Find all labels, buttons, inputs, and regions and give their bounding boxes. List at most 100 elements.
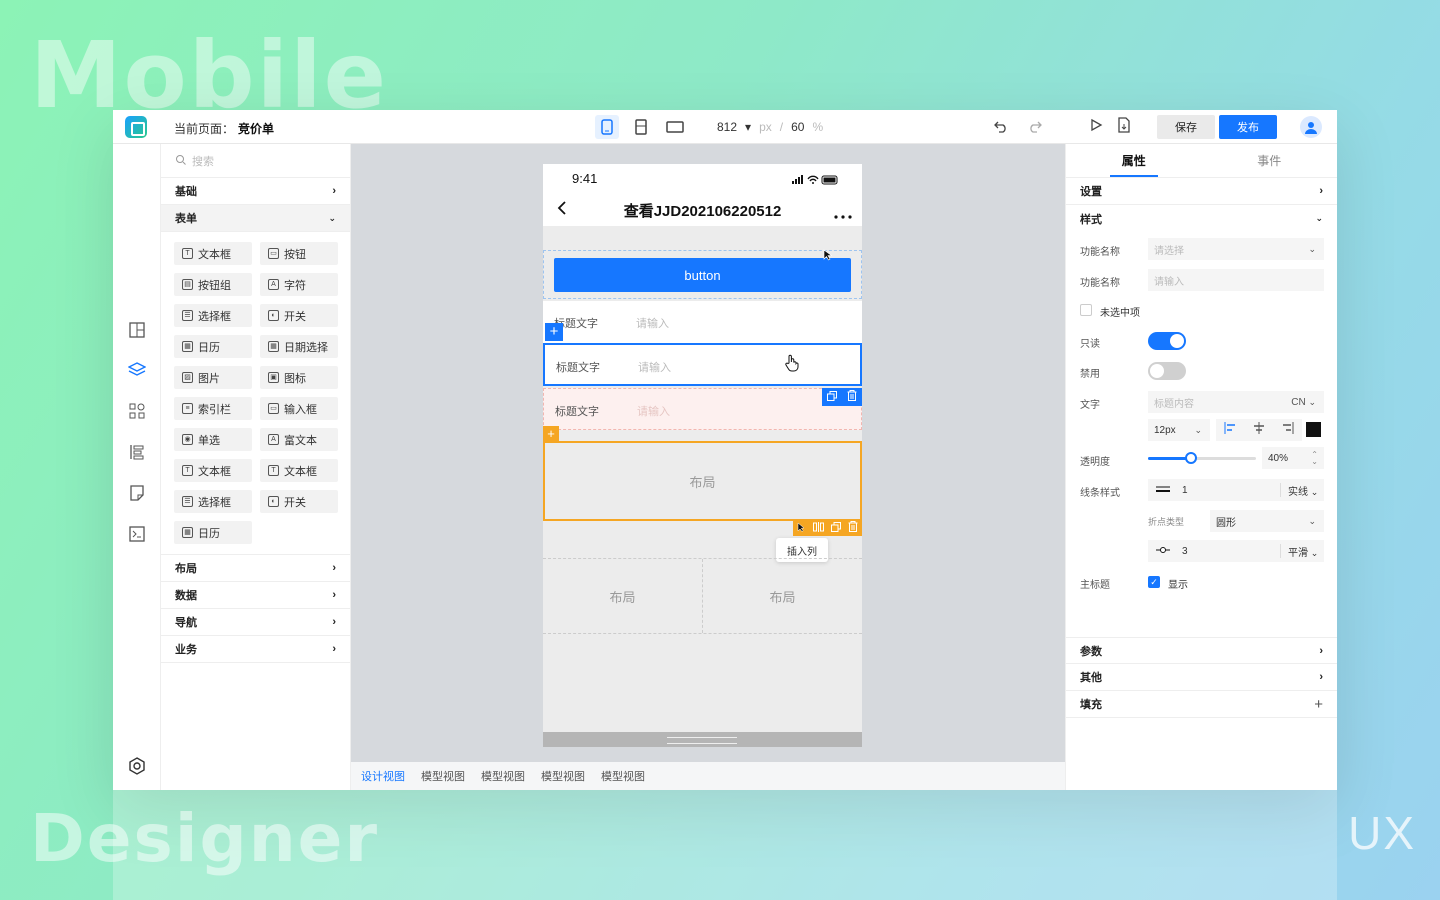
component-chip[interactable]: ☰ 选择框 [174,304,252,327]
plus-icon[interactable]: + [1314,696,1323,713]
align-left-icon[interactable] [1224,421,1236,439]
point-shape-select[interactable]: 圆形 ⌄ [1210,510,1324,532]
desktop-view-icon[interactable] [663,115,687,139]
delete-icon[interactable] [848,519,858,537]
component-chip[interactable]: ☰ 选择框 [174,490,252,513]
design-canvas[interactable]: 9:41 查看JJD202106220512 button 标题文字 请输入 + … [351,144,1065,762]
delete-icon[interactable] [847,388,857,406]
section-biz[interactable]: 业务 › [161,636,350,663]
form-row-drop-target[interactable]: 标题文字 请输入 [543,388,862,430]
zoom-input[interactable]: 60 [791,120,804,134]
outline-icon[interactable] [127,442,147,462]
layout-grid-icon[interactable] [127,320,147,340]
fn-name-input[interactable]: 请输入 [1148,269,1324,291]
section-nav[interactable]: 导航 › [161,609,350,636]
smooth-select[interactable]: 平滑 ⌄ [1288,544,1318,559]
layout-block-two-columns[interactable]: 布局 布局 [543,558,862,634]
show-title-checkbox[interactable]: ✓ [1148,576,1160,588]
insert-column-icon[interactable] [812,519,824,537]
tab-design-view[interactable]: 设计视图 [361,768,405,784]
save-button[interactable]: 保存 [1157,115,1215,139]
add-layout-plus-icon[interactable]: + [543,426,559,442]
section-style[interactable]: 样式 ⌄ [1066,205,1337,232]
add-row-plus-icon[interactable]: + [545,323,563,341]
app-logo[interactable] [125,116,147,138]
opacity-slider-knob[interactable] [1185,452,1198,464]
section-layout[interactable]: 布局 › [161,555,350,582]
component-chip[interactable]: T 文本框 [174,242,252,265]
lang-select[interactable]: CN ⌄ [1291,397,1316,408]
button-drop-zone[interactable]: button [543,249,862,299]
section-params[interactable]: 参数 › [1066,637,1337,664]
font-size-select[interactable]: 12px ⌄ [1148,419,1210,441]
component-chip[interactable]: ▦ 日期选择 [260,335,338,358]
component-chip[interactable]: ▣ 图标 [260,366,338,389]
text-color-swatch[interactable] [1306,422,1321,437]
publish-button[interactable]: 发布 [1219,115,1277,139]
component-chip[interactable]: ▨ 图片 [174,366,252,389]
width-dropdown-icon[interactable]: ▾ [745,120,751,134]
row-input[interactable]: 请输入 [636,315,669,331]
tab-model-view[interactable]: 模型视图 [481,768,525,784]
component-chip[interactable]: ≡ 索引栏 [174,397,252,420]
opacity-input[interactable]: 40% ⌃ ⌄ [1262,447,1324,469]
component-chip[interactable]: ▦ 日历 [174,335,252,358]
components-icon[interactable] [127,401,147,421]
tablet-view-icon[interactable] [629,115,653,139]
readonly-toggle[interactable] [1148,332,1186,350]
form-row[interactable]: 标题文字 请输入 [543,301,862,343]
note-icon[interactable] [127,483,147,503]
current-page-name[interactable]: 竞价单 [238,122,274,136]
tab-model-view[interactable]: 模型视图 [601,768,645,784]
tab-model-view[interactable]: 模型视图 [421,768,465,784]
layout-column[interactable]: 布局 [543,559,702,633]
row-input[interactable]: 请输入 [638,359,671,375]
unchecked-checkbox[interactable] [1080,304,1092,316]
component-chip[interactable]: ▤ 按钮组 [174,273,252,296]
section-fill[interactable]: 填充 + [1066,691,1337,718]
row-input[interactable]: 请输入 [637,403,670,419]
tab-properties[interactable]: 属性 [1066,144,1202,177]
align-right-icon[interactable] [1282,421,1294,439]
redo-icon[interactable] [1027,119,1043,138]
user-avatar-icon[interactable] [1300,116,1322,138]
stepper-icon[interactable]: ⌃ ⌄ [1311,451,1318,466]
layers-icon[interactable] [127,360,147,380]
component-chip[interactable]: ▭ 按钮 [260,242,338,265]
preview-icon[interactable] [1089,118,1103,137]
component-chip[interactable]: ▦ 日历 [174,521,252,544]
line-width-input[interactable]: 1 实线 ⌄ [1148,479,1324,501]
width-input[interactable]: 812 [717,120,737,134]
tab-events[interactable]: 事件 [1202,144,1338,177]
text-input[interactable]: 标题内容 CN ⌄ [1148,391,1324,413]
disabled-toggle[interactable] [1148,362,1186,380]
component-chip[interactable]: ◐ 开关 [260,490,338,513]
fn-name-select[interactable]: 请选择 ⌄ [1148,238,1324,260]
component-chip[interactable]: T 文本框 [174,459,252,482]
component-chip[interactable]: A 富文本 [260,428,338,451]
opacity-slider[interactable] [1148,452,1256,464]
section-data[interactable]: 数据 › [161,582,350,609]
point-size-input[interactable]: 3 平滑 ⌄ [1148,540,1324,562]
export-icon[interactable] [1117,116,1131,138]
layout-column[interactable]: 布局 [702,559,862,633]
component-chip[interactable]: ▭ 输入框 [260,397,338,420]
section-basic[interactable]: 基础 › [161,178,350,205]
canvas-button[interactable]: button [554,258,851,292]
search-input[interactable]: 搜索 [192,153,214,169]
component-chip[interactable]: T 文本框 [260,459,338,482]
component-chip[interactable]: A 字符 [260,273,338,296]
copy-icon[interactable] [831,519,842,537]
layout-block-selected[interactable]: 布局 [543,441,862,521]
align-center-icon[interactable] [1253,421,1265,439]
settings-gear-icon[interactable] [127,756,147,776]
more-icon[interactable] [834,206,852,224]
undo-icon[interactable] [993,119,1009,138]
code-icon[interactable] [127,524,147,544]
section-other[interactable]: 其他 › [1066,664,1337,691]
phone-view-icon[interactable] [595,115,619,139]
form-row-selected[interactable]: 标题文字 请输入 [543,343,862,386]
section-settings[interactable]: 设置 › [1066,178,1337,205]
line-type-select[interactable]: 实线 ⌄ [1288,483,1318,498]
copy-icon[interactable] [827,388,837,406]
